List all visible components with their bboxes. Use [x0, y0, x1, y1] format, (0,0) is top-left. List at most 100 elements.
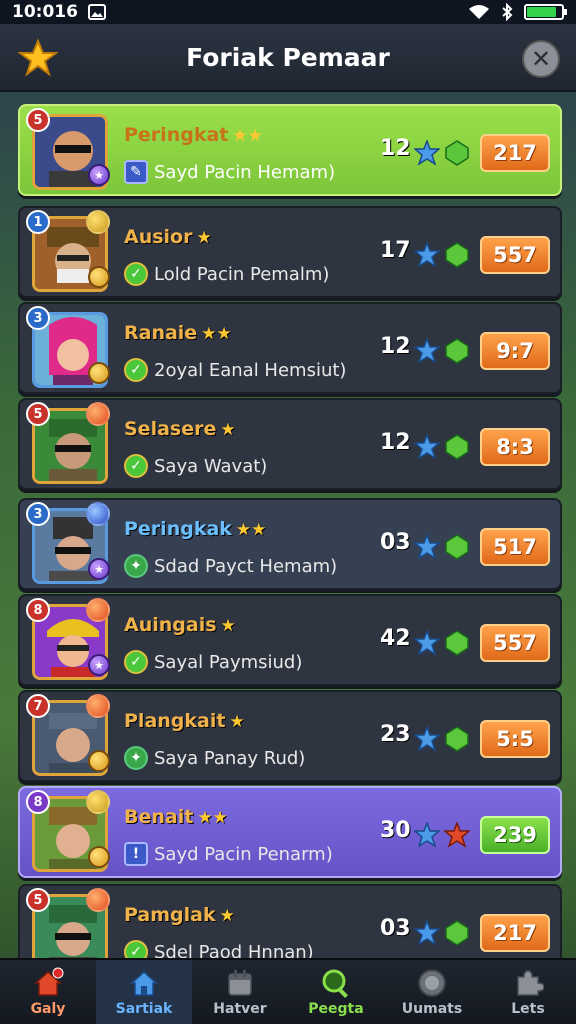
leaderboard-row[interactable]: 1 Ausior ★ ✓ Lold Pacin Pemalm) 17 557 [18, 206, 562, 298]
leaderboard-row[interactable]: 8 Benait ★★ ! Sayd Pacin Penarm) 30 239 [18, 786, 562, 878]
player-subtitle: Lold Pacin Pemalm) [154, 263, 330, 285]
blue-star-icon [414, 630, 440, 656]
page-title: Foriak Pemaar [186, 42, 390, 72]
coin-badge-icon [88, 750, 110, 772]
nav-label: Galy [30, 1001, 66, 1017]
leaderboard-row[interactable]: 5 Selasere ★ ✓ Saya Wavat) 12 8:3 [18, 398, 562, 490]
rank-badge: 5 [26, 108, 50, 132]
blue-star-icon [414, 920, 440, 946]
player-subtitle: Saya Wavat) [154, 455, 268, 477]
favorite-star-icon[interactable] [18, 38, 58, 78]
blue-star-icon [414, 726, 440, 752]
score: 12 [380, 136, 411, 161]
value-button[interactable]: 517 [480, 528, 550, 566]
player-subtitle: Sayd Pacin Hemam) [154, 161, 336, 183]
close-button[interactable]: ✕ [522, 40, 560, 78]
pencil-icon: ✎ [124, 160, 148, 184]
house-icon [130, 970, 158, 996]
nav-item-lets[interactable]: Lets [480, 960, 576, 1024]
fire-orb-icon [86, 694, 110, 718]
name-stars: ★★ [232, 126, 263, 146]
sparkle-icon: ✦ [124, 554, 148, 578]
leaderboard-row[interactable]: 7 Plangkait ★ ✦ Saya Panay Rud) 23 5:5 [18, 690, 562, 782]
green-gem-icon [445, 140, 469, 166]
star-badge-icon: ★ [88, 164, 110, 186]
value-button[interactable]: 8:3 [480, 428, 550, 466]
check-icon: ✓ [124, 454, 148, 478]
name-stars: ★★ [201, 324, 232, 344]
header: Foriak Pemaar ✕ [0, 24, 576, 92]
green-gem-icon [445, 920, 469, 946]
bottom-nav: Galy Sartiak Hatver Peegta Uumats Lets [0, 958, 576, 1024]
player-name: Auingais [124, 614, 217, 636]
nav-label: Sartiak [115, 1001, 173, 1017]
star-badge-icon: ★ [88, 558, 110, 580]
value-button[interactable]: 557 [480, 624, 550, 662]
emblem-icon [418, 969, 446, 997]
search-icon [322, 969, 348, 998]
bluetooth-icon [502, 3, 513, 21]
name-stars: ★ [196, 228, 212, 248]
value-button[interactable]: 239 [480, 816, 550, 854]
rank-badge: 5 [26, 888, 50, 912]
value-button[interactable]: 217 [480, 914, 550, 952]
blue-star-icon [414, 534, 440, 560]
check-icon: ✓ [124, 358, 148, 382]
player-name: Benait [124, 806, 194, 828]
value-button[interactable]: 217 [480, 134, 550, 172]
score: 12 [380, 430, 411, 455]
player-subtitle: Saya Panay Rud) [154, 747, 306, 769]
score: 03 [380, 916, 411, 941]
leaderboard-row[interactable]: 3 ★ Peringkak ★★ ✦ Sdad Payct Hemam) 03 5… [18, 498, 562, 590]
leaderboard-row[interactable]: 8 ★ Auingais ★ ✓ Sayal Paymsiud) 42 557 [18, 594, 562, 686]
blue-star-icon [414, 338, 440, 364]
leaderboard-row[interactable]: 5 ★ Peringkat ★★ ✎ Sayd Pacin Hemam) 12 2… [18, 104, 562, 196]
name-stars: ★ [219, 906, 235, 926]
gallery-icon [87, 4, 106, 20]
blue-star-icon [414, 822, 440, 848]
name-stars: ★ [220, 616, 236, 636]
player-subtitle: Sayal Paymsiud) [154, 651, 303, 673]
rank-badge: 7 [26, 694, 50, 718]
blue-star-icon [414, 140, 440, 166]
green-gem-icon [445, 534, 469, 560]
score: 03 [380, 530, 411, 555]
blue-star-icon [414, 242, 440, 268]
player-name: Ranaie [124, 322, 198, 344]
nav-label: Peegta [308, 1001, 364, 1017]
green-gem-icon [445, 338, 469, 364]
rank-badge: 8 [26, 790, 50, 814]
leaderboard-row[interactable]: 3 Ranaie ★★ ✓ 2oyal Eanal Hemsiut) 12 9:7 [18, 302, 562, 394]
nav-item-hatver[interactable]: Hatver [192, 960, 288, 1024]
player-subtitle: 2oyal Eanal Hemsiut) [154, 359, 347, 381]
wifi-icon [469, 5, 489, 19]
fire-orb-icon [86, 598, 110, 622]
player-name: Peringkak [124, 518, 232, 540]
value-button[interactable]: 5:5 [480, 720, 550, 758]
coin-orb-icon [86, 790, 110, 814]
name-stars: ★★ [235, 520, 267, 540]
value-button[interactable]: 9:7 [480, 332, 550, 370]
status-bar: 10:016 [0, 0, 576, 24]
nav-item-peegta[interactable]: Peegta [288, 960, 384, 1024]
nav-item-galy[interactable]: Galy [0, 960, 96, 1024]
blue-star-icon [414, 434, 440, 460]
coin-badge-icon [88, 266, 110, 288]
coin-orb-icon [86, 210, 110, 234]
nav-item-sartiak[interactable]: Sartiak [96, 960, 192, 1024]
value-button[interactable]: 557 [480, 236, 550, 274]
calendar-icon [228, 970, 252, 996]
player-subtitle: Sdad Payct Hemam) [154, 555, 338, 577]
score: 12 [380, 334, 411, 359]
rank-badge: 3 [26, 306, 50, 330]
star-badge-icon: ★ [88, 654, 110, 676]
rank-badge: 8 [26, 598, 50, 622]
coin-badge-icon [88, 362, 110, 384]
puzzle-icon [517, 970, 544, 996]
rank-badge: 1 [26, 210, 50, 234]
green-gem-icon [445, 630, 469, 656]
nav-item-uumats[interactable]: Uumats [384, 960, 480, 1024]
player-subtitle: Sayd Pacin Penarm) [154, 843, 333, 865]
rank-badge: 5 [26, 402, 50, 426]
nav-label: Lets [511, 1001, 545, 1017]
